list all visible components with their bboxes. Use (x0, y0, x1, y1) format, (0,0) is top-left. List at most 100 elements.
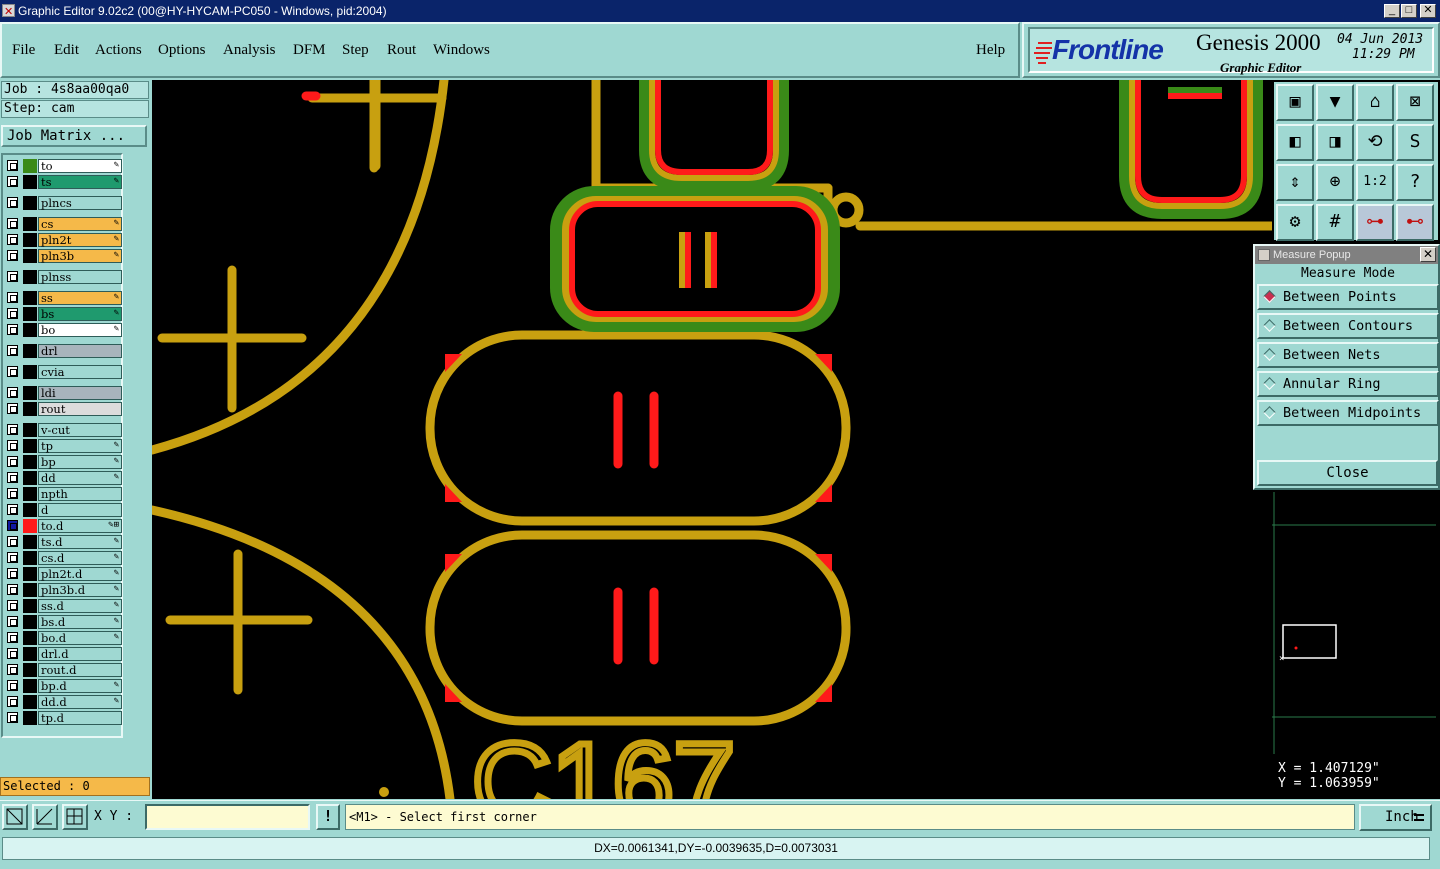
layer-row-tp-d[interactable]: tp.d (5, 711, 122, 725)
layer-color-swatch[interactable] (23, 695, 37, 709)
layer-name[interactable]: plncs (38, 196, 122, 210)
layer-checkbox[interactable] (7, 712, 18, 723)
layer-color-swatch[interactable] (23, 503, 37, 517)
layer-name[interactable]: rout (38, 402, 122, 416)
menu-edit[interactable]: Edit (54, 42, 79, 59)
layer-checkbox[interactable] (7, 680, 18, 691)
undo-zoom-button[interactable]: ⟲ (1356, 124, 1394, 161)
layer-row-ss[interactable]: ss ✎ (5, 291, 122, 305)
option-between-points[interactable]: Between Points (1257, 284, 1439, 310)
layer-name[interactable]: ss (38, 291, 122, 305)
layer-color-swatch[interactable] (23, 402, 37, 416)
layer-row-v-cut[interactable]: v-cut (5, 423, 122, 437)
exclamation-button[interactable]: ! (316, 804, 340, 830)
pan-left-button[interactable]: ◧ (1276, 124, 1314, 161)
layer-checkbox[interactable] (7, 403, 18, 414)
pan-right-button[interactable]: ◨ (1316, 124, 1354, 161)
redraw-button[interactable]: S (1396, 124, 1434, 161)
layer-name[interactable]: rout.d (38, 663, 122, 677)
menu-file[interactable]: File (12, 42, 35, 59)
layer-checkbox[interactable] (7, 552, 18, 563)
zoom-window-button[interactable]: ⊠ (1396, 84, 1434, 121)
one-to-one-button[interactable]: 1:2 (1356, 164, 1394, 201)
layer-color-swatch[interactable] (23, 423, 37, 437)
layer-checkbox[interactable] (7, 632, 18, 643)
layer-checkbox[interactable] (7, 324, 18, 335)
layer-name[interactable]: pln2t.d (38, 567, 122, 581)
layer-name[interactable]: bs.d (38, 615, 122, 629)
fit-height-button[interactable]: ⇕ (1276, 164, 1314, 201)
layer-color-swatch[interactable] (23, 365, 37, 379)
layer-row-ts[interactable]: ts ✎ (5, 175, 122, 189)
layer-checkbox[interactable] (7, 568, 18, 579)
minimize-button[interactable]: _ (1384, 4, 1400, 18)
menu-windows[interactable]: Windows (433, 42, 490, 59)
option-between-contours[interactable]: Between Contours (1257, 313, 1439, 339)
option-between-nets[interactable]: Between Nets (1257, 342, 1439, 368)
layer-checkbox[interactable] (7, 271, 18, 282)
layer-name[interactable]: pln3b.d (38, 583, 122, 597)
layer-color-swatch[interactable] (23, 535, 37, 549)
popup-close-icon[interactable]: ✕ (1420, 247, 1436, 262)
layer-row-rout[interactable]: rout (5, 402, 122, 416)
layer-color-swatch[interactable] (23, 567, 37, 581)
layer-row-cs-d[interactable]: cs.d ✎ (5, 551, 122, 565)
layer-row-ss-d[interactable]: ss.d ✎ (5, 599, 122, 613)
layer-checkbox[interactable] (7, 696, 18, 707)
layer-row-plnss[interactable]: plnss (5, 270, 122, 284)
layer-row-dd[interactable]: dd ✎ (5, 471, 122, 485)
layer-checkbox[interactable] (7, 664, 18, 675)
layer-name[interactable]: bs (38, 307, 122, 321)
layer-name[interactable]: drl (38, 344, 122, 358)
layer-row-bo-d[interactable]: bo.d ✎ (5, 631, 122, 645)
layer-row-rout-d[interactable]: rout.d (5, 663, 122, 677)
layer-name[interactable]: ldi (38, 386, 122, 400)
layer-checkbox[interactable] (7, 366, 18, 377)
layer-color-swatch[interactable] (23, 471, 37, 485)
layer-row-to-d[interactable]: to.d ✎⊞ (5, 519, 122, 533)
tools-button[interactable]: ⚙ (1276, 204, 1314, 241)
layer-checkbox[interactable] (7, 488, 18, 499)
layer-name[interactable]: bo.d (38, 631, 122, 645)
layer-name[interactable]: dd.d (38, 695, 122, 709)
layer-color-swatch[interactable] (23, 455, 37, 469)
help-button[interactable]: ? (1396, 164, 1434, 201)
layer-checkbox[interactable] (7, 440, 18, 451)
unit-selector[interactable]: Inch (1359, 804, 1432, 831)
zoom-home-button[interactable]: ▣ (1276, 84, 1314, 121)
layer-name[interactable]: bp.d (38, 679, 122, 693)
layer-color-swatch[interactable] (23, 439, 37, 453)
layer-checkbox[interactable] (7, 160, 18, 171)
layer-color-swatch[interactable] (23, 307, 37, 321)
layer-row-drl-d[interactable]: drl.d (5, 647, 122, 661)
layer-checkbox[interactable] (7, 234, 18, 245)
layer-color-swatch[interactable] (23, 487, 37, 501)
home-button[interactable]: ⌂ (1356, 84, 1394, 121)
layer-checkbox[interactable] (7, 472, 18, 483)
layer-name[interactable]: cs.d (38, 551, 122, 565)
layer-row-drl[interactable]: drl (5, 344, 122, 358)
layer-color-swatch[interactable] (23, 647, 37, 661)
layer-color-swatch[interactable] (23, 679, 37, 693)
layer-name[interactable]: drl.d (38, 647, 122, 661)
layer-checkbox[interactable] (7, 504, 18, 515)
layer-checkbox[interactable] (7, 292, 18, 303)
layer-name[interactable]: ts.d (38, 535, 122, 549)
layer-row-dd-d[interactable]: dd.d ✎ (5, 695, 122, 709)
maximize-button[interactable]: □ (1401, 4, 1417, 18)
xy-input[interactable] (145, 804, 310, 830)
graphics-canvas[interactable]: C167 (152, 80, 1272, 799)
layer-color-swatch[interactable] (23, 583, 37, 597)
net-select-button[interactable]: ⊷ (1396, 204, 1434, 241)
layer-row-npth[interactable]: npth (5, 487, 122, 501)
layer-checkbox[interactable] (7, 456, 18, 467)
layer-name[interactable]: ts (38, 175, 122, 189)
menu-rout[interactable]: Rout (387, 42, 416, 59)
layer-color-swatch[interactable] (23, 344, 37, 358)
layer-name[interactable]: ss.d (38, 599, 122, 613)
layer-checkbox[interactable] (7, 345, 18, 356)
layer-checkbox[interactable] (7, 424, 18, 435)
layer-name[interactable]: dd (38, 471, 122, 485)
layer-name[interactable]: npth (38, 487, 122, 501)
menu-help[interactable]: Help (976, 42, 1005, 59)
